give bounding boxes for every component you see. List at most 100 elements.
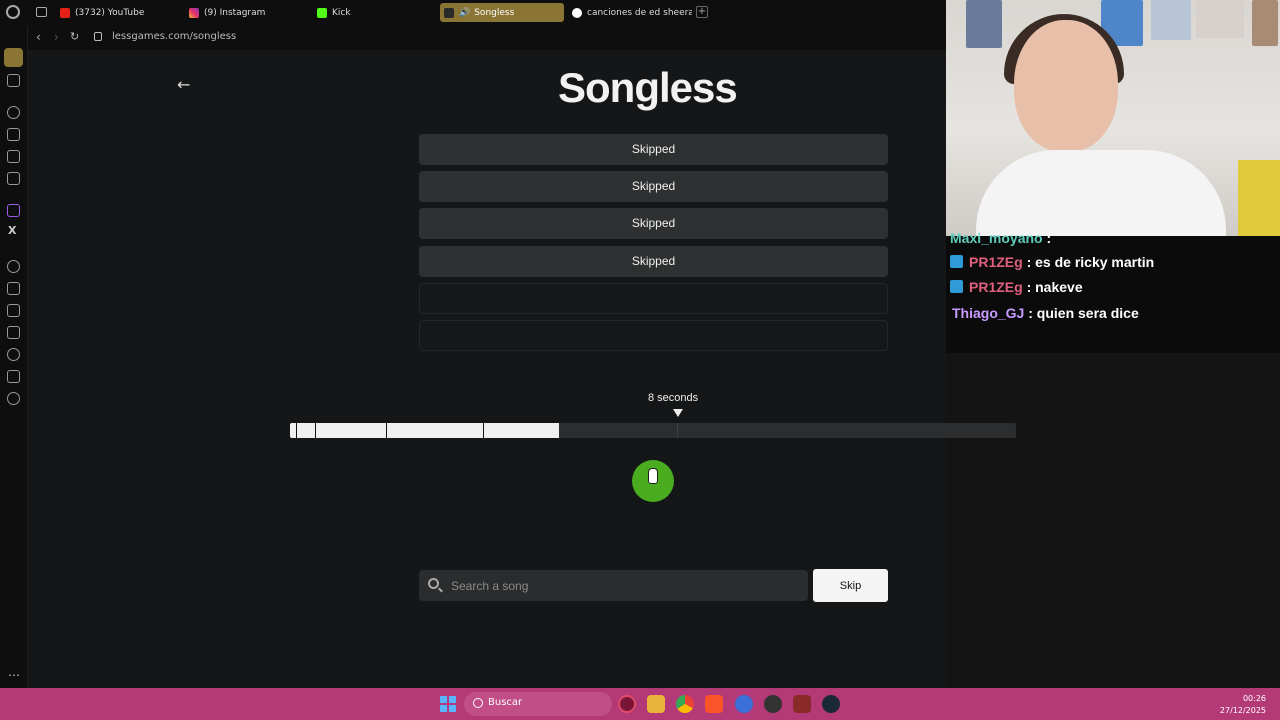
tab-label: (9) Instagram	[204, 7, 266, 18]
chat-username: Thiago_GJ	[952, 305, 1025, 321]
more-options-icon[interactable]: ⋯	[8, 668, 20, 682]
google-icon	[572, 7, 582, 18]
chrome-icon[interactable]	[676, 695, 694, 713]
tab-youtube[interactable]: (3732) YouTube	[56, 3, 182, 22]
mouse-cursor-icon	[648, 468, 658, 484]
chat-text: : es de ricky martin	[1026, 254, 1155, 270]
tab-instagram[interactable]: (9) Instagram	[185, 3, 311, 22]
segment-divider	[677, 423, 678, 438]
segment-divider	[483, 423, 484, 438]
tab-label: Songless	[474, 7, 515, 18]
tab-label: canciones de ed sheeran	[587, 7, 692, 18]
guess-row: Skipped	[419, 208, 888, 239]
extensions-icon[interactable]	[7, 370, 20, 383]
prime-badge-icon	[950, 280, 963, 293]
windows-taskbar: Buscar 00:26 27/12/2025	[0, 688, 1280, 720]
x-twitter-icon[interactable]: X	[8, 224, 16, 237]
speaker-icon[interactable]: 🔊	[459, 8, 470, 18]
new-tab-button[interactable]: +	[696, 6, 708, 18]
streamer-face	[1014, 20, 1118, 152]
obs-icon[interactable]	[764, 695, 782, 713]
songless-favicon-icon	[444, 7, 454, 18]
guess-row: Skipped	[419, 171, 888, 202]
tab-label: (3732) YouTube	[75, 7, 145, 18]
player-icon[interactable]	[7, 260, 20, 273]
address-bar: ‹ › ↻ lessgames.com/songless	[28, 26, 946, 50]
clock-time: 00:26	[1242, 694, 1266, 703]
game-app-icon[interactable]	[793, 695, 811, 713]
taskbar-search-label: Buscar	[488, 697, 523, 708]
clock-date: 27/12/2025	[1219, 706, 1266, 715]
chat-text: : quien sera dice	[1028, 305, 1139, 321]
segment-divider	[386, 423, 387, 438]
skip-button[interactable]: Skip	[813, 569, 888, 602]
prime-badge-icon	[950, 255, 963, 268]
refresh-icon[interactable]	[7, 106, 20, 119]
steam-icon[interactable]	[822, 695, 840, 713]
chat-text: :	[1046, 230, 1052, 246]
chat-username: PR1ZEg	[969, 279, 1023, 295]
brave-icon[interactable]	[705, 695, 723, 713]
chat-username: PR1ZEg	[969, 254, 1023, 270]
progress-fill	[290, 423, 559, 438]
settings-gear-icon[interactable]	[7, 392, 20, 405]
song-search-input[interactable]	[451, 570, 801, 601]
apps-grid-icon[interactable]	[7, 282, 20, 295]
guess-row: Skipped	[419, 134, 888, 165]
segment-divider	[315, 423, 316, 438]
history-icon[interactable]	[7, 348, 20, 361]
search-icon	[473, 698, 483, 708]
songless-page: ← Songless Skipped Skipped Skipped Skipp…	[28, 50, 1016, 688]
tab-google-search[interactable]: canciones de ed sheeran	[568, 3, 692, 22]
wall-poster-image	[966, 0, 1002, 48]
guess-row-empty	[419, 283, 888, 314]
guess-row-empty	[419, 320, 888, 351]
search-icon	[428, 578, 439, 589]
shopping-icon[interactable]	[7, 128, 20, 141]
guess-row: Skipped	[419, 246, 888, 277]
chat-message: Maxi_moyano :	[950, 230, 1051, 246]
youtube-icon	[60, 7, 70, 18]
yellow-object	[1238, 160, 1280, 236]
twitch-icon[interactable]	[7, 204, 20, 217]
tab-kick[interactable]: Kick	[313, 3, 437, 22]
forward-nav-icon[interactable]: ›	[54, 30, 59, 44]
url-text[interactable]: lessgames.com/songless	[112, 31, 236, 42]
streamer-body	[976, 150, 1226, 236]
opera-logo-icon[interactable]	[6, 5, 20, 19]
audio-progress-bar[interactable]	[290, 423, 1016, 438]
chat-message: PR1ZEg : es de ricky martin	[950, 254, 1154, 270]
wall-poster-image	[1252, 0, 1278, 46]
file-explorer-icon[interactable]	[647, 695, 665, 713]
tab-label: Kick	[332, 7, 351, 18]
windows-start-icon[interactable]	[440, 696, 456, 712]
kick-icon	[317, 7, 327, 18]
back-nav-icon[interactable]: ‹	[36, 30, 41, 44]
chat-username: Maxi_moyano	[950, 230, 1043, 246]
app-c-icon[interactable]	[735, 695, 753, 713]
back-arrow-icon[interactable]: ←	[177, 75, 190, 94]
mail-icon[interactable]	[7, 172, 20, 185]
pin-icon[interactable]	[7, 326, 20, 339]
home-icon[interactable]	[4, 48, 23, 67]
reload-icon[interactable]: ↻	[70, 30, 79, 43]
instagram-icon	[189, 7, 199, 18]
duration-label: 8 seconds	[648, 392, 699, 404]
opera-gx-taskbar-icon[interactable]	[618, 695, 636, 713]
chat-message: Thiago_GJ : quien sera dice	[952, 305, 1139, 321]
browser-sidebar: X ⋯	[0, 26, 28, 688]
page-title: Songless	[558, 64, 738, 111]
lock-icon	[94, 32, 102, 41]
taskbar-search[interactable]: Buscar	[464, 692, 612, 716]
chat-message: PR1ZEg : nakeve	[950, 279, 1083, 295]
gamepad-icon[interactable]	[7, 74, 20, 87]
tab-overview-icon[interactable]	[36, 7, 47, 17]
chat-overlay: Maxi_moyano : PR1ZEg : es de ricky marti…	[946, 230, 1280, 353]
wallet-icon[interactable]	[7, 150, 20, 163]
tab-songless[interactable]: 🔊 Songless	[440, 3, 564, 22]
song-search-box	[419, 570, 808, 601]
segment-divider	[296, 423, 297, 438]
heart-icon[interactable]	[7, 304, 20, 317]
clock[interactable]: 00:26 27/12/2025	[1220, 693, 1266, 717]
webcam-overlay	[946, 0, 1280, 236]
